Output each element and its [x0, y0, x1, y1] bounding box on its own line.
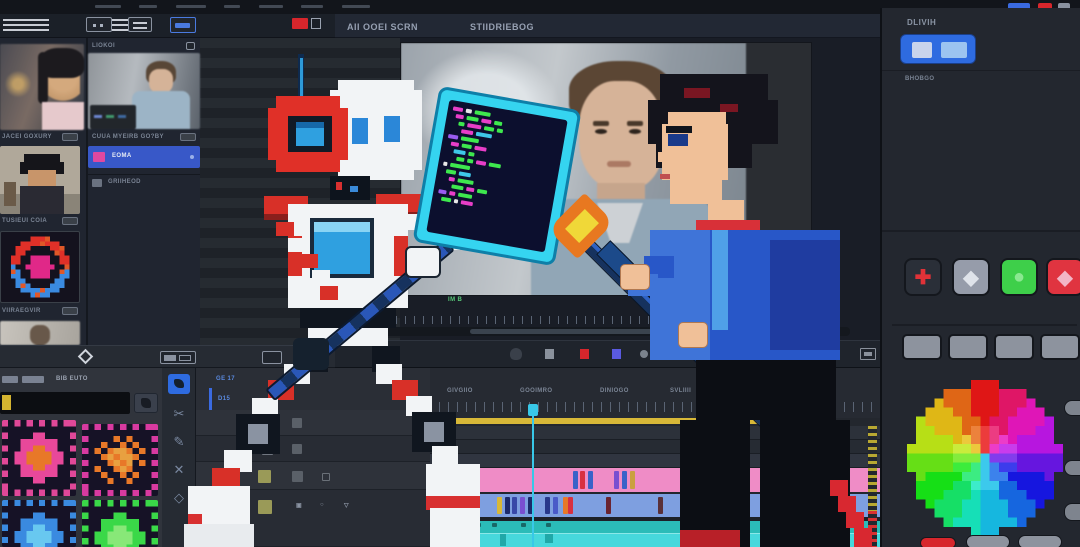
menu-item[interactable]: [224, 5, 240, 8]
ruler-timecode: GOOIMRO: [520, 388, 552, 394]
preset-button[interactable]: [948, 334, 988, 360]
menu-item[interactable]: [139, 5, 157, 8]
preset-button[interactable]: [994, 334, 1034, 360]
diamond-tool-icon[interactable]: [78, 349, 94, 365]
search-marker-icon: [2, 395, 11, 410]
bottom-pill-button[interactable]: [1018, 535, 1062, 547]
color-wheel[interactable]: [907, 380, 1063, 536]
remove-button[interactable]: ◆: [1046, 258, 1080, 296]
menu-item[interactable]: [176, 5, 206, 8]
video-editor-app: AII OOEI SCRN STIIDRIEBOG JACEI GOXURY T…: [0, 0, 1080, 547]
record-button[interactable]: [292, 18, 308, 29]
panel-title-left: AII OOEI SCRN: [347, 22, 418, 32]
toggle-option-a[interactable]: [912, 42, 932, 58]
tablet-code-screen: [426, 100, 567, 253]
bottom-pill-button[interactable]: [966, 535, 1010, 547]
side-pill-button[interactable]: [1064, 400, 1080, 416]
clip-badge-icon: [62, 217, 78, 225]
grid-tool-icon[interactable]: [128, 17, 152, 32]
code-tablet: [416, 89, 578, 263]
bin-row-label[interactable]: GRIIHEOD: [108, 179, 141, 185]
side-pill-button[interactable]: [1064, 503, 1080, 521]
menu-item[interactable]: [259, 5, 283, 8]
enable-button[interactable]: ●: [1000, 258, 1038, 296]
clip-thumbnail-woman[interactable]: [0, 44, 84, 130]
playhead-line: [532, 412, 534, 547]
clip-label: TUSIEUI COIA: [2, 218, 47, 224]
record-clip-icon[interactable]: [580, 349, 589, 359]
pixel-artist-character: [600, 60, 890, 547]
bin-row-icon: [92, 179, 102, 187]
artist-hand: [678, 322, 708, 348]
clip-badge-icon: [62, 133, 78, 141]
wrench-icon: [141, 398, 151, 408]
bin-row-label: EOMA: [112, 153, 132, 159]
stop-icon[interactable]: [545, 349, 554, 359]
menu-item[interactable]: [301, 5, 323, 8]
filter-chip[interactable]: [2, 376, 18, 383]
mode-toggle[interactable]: [900, 34, 976, 64]
effect-tile-orange[interactable]: [82, 424, 158, 496]
bin-row-label[interactable]: CUUA MYEIRB GO?BY: [92, 134, 164, 140]
effect-tile-pink[interactable]: [2, 420, 76, 496]
robot-hand-upper: [405, 246, 441, 278]
clip-badge-icon: [62, 307, 78, 315]
preset-button[interactable]: [902, 334, 942, 360]
keyframe-button[interactable]: ◆: [952, 258, 990, 296]
effects-search-bar[interactable]: [0, 392, 130, 414]
side-pill-button[interactable]: [1064, 460, 1080, 476]
slider-section-label: BHOBGO: [905, 76, 934, 82]
menu-item[interactable]: [95, 5, 121, 8]
inspector-panel: DLIVIH BHOBGO CHBTOTE GUIDHYD GETIUEB GE…: [880, 8, 1080, 547]
bin-header: LIOKOI: [92, 43, 115, 49]
artist-hand: [620, 264, 650, 290]
robot-character: [180, 46, 480, 547]
panel-title-right: STIIDRIEBOG: [470, 22, 534, 32]
project-panel: JACEI GOXURY TUSIEUI COIA VIIRAEGVIR LIO…: [0, 38, 200, 345]
red-pill-button[interactable]: [920, 537, 956, 547]
clip-thumbnail-pixel-boy[interactable]: [0, 146, 80, 214]
effect-tile-green[interactable]: [82, 500, 158, 547]
active-tool-icon[interactable]: [170, 17, 196, 33]
add-button[interactable]: ✚: [904, 258, 942, 296]
effects-panel-title: BIB EUTO: [56, 376, 88, 382]
menu-item[interactable]: [342, 5, 370, 8]
preset-button[interactable]: [1040, 334, 1080, 360]
effects-tool-button[interactable]: [134, 393, 158, 413]
dots-tool-icon[interactable]: [86, 17, 112, 32]
inspector-title: DLIVIH: [907, 18, 936, 27]
eject-icon[interactable]: [510, 348, 522, 360]
clip-color-icon: [93, 152, 105, 162]
effects-panel: BIB EUTO: [0, 368, 162, 547]
effect-tile-blue[interactable]: [2, 500, 76, 547]
hamburger-icon[interactable]: [3, 19, 49, 31]
robot-hand-lower: [293, 338, 329, 370]
toggle-option-b[interactable]: [941, 42, 967, 58]
clip-label: VIIRAEGVIR: [2, 308, 41, 314]
filter-chip[interactable]: [22, 376, 44, 383]
program-panel-header: AII OOEI SCRN STIIDRIEBOG: [335, 14, 880, 38]
clip-thumbnail-person[interactable]: [0, 321, 80, 345]
clip-label: JACEI GOXURY: [2, 134, 52, 140]
clip-thumbnail-pixel-circle[interactable]: [0, 231, 80, 303]
record-frame-icon: [311, 18, 321, 29]
